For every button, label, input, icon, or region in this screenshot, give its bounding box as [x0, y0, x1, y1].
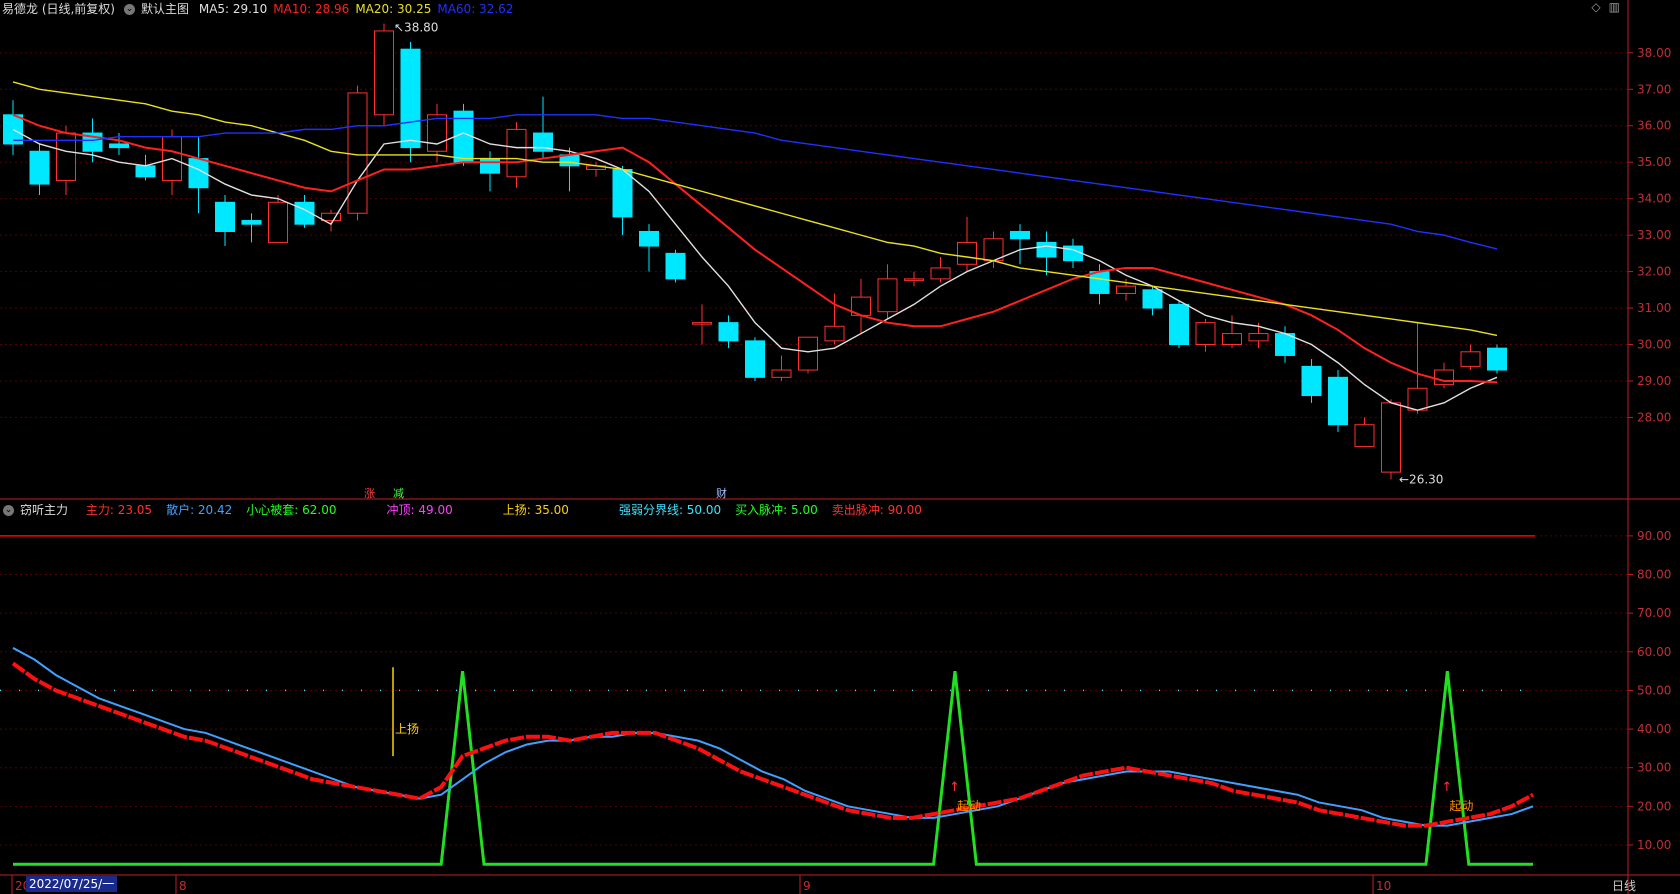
- date-tick-label: 9: [803, 879, 811, 893]
- candle-up: [1354, 424, 1375, 448]
- candle-down: [639, 230, 659, 247]
- candle-down: [745, 340, 765, 378]
- date-tick-label: 8: [179, 879, 187, 893]
- price-tick-label: 32.00: [1637, 265, 1671, 279]
- candle-down: [665, 252, 686, 280]
- price-tick-label: 34.00: [1637, 192, 1671, 206]
- price-tick-label: 38.00: [1637, 46, 1671, 60]
- indicator-tick-label: 30.00: [1637, 761, 1671, 775]
- indicator-tick-label: 80.00: [1637, 568, 1671, 582]
- cursor-date-label: 2022/07/25/一: [26, 876, 118, 892]
- candle-down: [241, 220, 262, 225]
- candle-up: [798, 336, 818, 371]
- chart-canvas[interactable]: 28.00 29.00 30.00 31.00 32.00 33.00 34.00 35.00…: [0, 0, 1680, 894]
- candle-up: [904, 278, 924, 281]
- qidong-label: 起动: [1449, 799, 1473, 813]
- candle-up: [1248, 333, 1269, 342]
- candle-down: [480, 158, 500, 174]
- price-tick-label: 36.00: [1637, 119, 1671, 133]
- candle-down: [718, 322, 739, 342]
- event-marker: 涨: [364, 487, 375, 500]
- candle-up: [692, 322, 712, 325]
- candle-up: [427, 114, 447, 152]
- candle-down: [1089, 271, 1110, 294]
- indicator-tick-label: 10.00: [1637, 838, 1671, 852]
- price-tick-label: 33.00: [1637, 228, 1671, 242]
- price-tick-label: 35.00: [1637, 155, 1671, 169]
- candle-up: [824, 325, 845, 342]
- candle-up: [1116, 285, 1136, 294]
- candle-down: [400, 48, 421, 149]
- price-tick-label: 28.00: [1637, 410, 1671, 424]
- candle-up: [1460, 351, 1481, 367]
- candle-down: [1142, 289, 1163, 309]
- candle-down: [1010, 230, 1030, 240]
- candle-down: [1301, 365, 1322, 397]
- qidong-arrow: ↑: [949, 780, 960, 795]
- candle-up: [877, 278, 898, 313]
- candle-up: [347, 92, 368, 214]
- candle-down: [1487, 347, 1507, 371]
- candle-down: [1328, 376, 1348, 426]
- shangyang-label: 上扬: [395, 721, 419, 736]
- candle-up: [506, 128, 527, 178]
- candle-up: [930, 267, 951, 280]
- date-tick-label: 10: [1376, 879, 1391, 893]
- price-tick-label: 30.00: [1637, 338, 1671, 352]
- period-label[interactable]: 日线: [1612, 877, 1636, 894]
- low-price-label: ←26.30: [1399, 472, 1443, 486]
- indicator-tick-label: 70.00: [1637, 606, 1671, 620]
- candle-up: [374, 30, 394, 116]
- candle-down: [29, 150, 50, 185]
- candle-up: [1381, 402, 1401, 473]
- qidong-arrow: ↑: [1441, 780, 1452, 795]
- candle-up: [268, 201, 288, 243]
- event-marker: 减: [393, 487, 404, 500]
- indicator-tick-label: 90.00: [1637, 529, 1671, 543]
- candle-up: [1434, 369, 1454, 386]
- high-price-label: ↖38.80: [394, 21, 438, 35]
- main-force-line: [11, 661, 1534, 828]
- candle-down: [1036, 241, 1057, 258]
- candle-up: [1407, 387, 1428, 411]
- price-tick-label: 29.00: [1637, 374, 1671, 388]
- indicator-tick-label: 50.00: [1637, 683, 1671, 697]
- candle-down: [612, 168, 633, 218]
- candle-down: [109, 143, 129, 149]
- retail-line: [12, 647, 1534, 827]
- indicator-tick-label: 20.00: [1637, 799, 1671, 813]
- candle-up: [957, 241, 977, 265]
- candle-down: [135, 165, 156, 178]
- price-tick-label: 37.00: [1637, 82, 1671, 96]
- indicator-tick-label: 40.00: [1637, 722, 1671, 736]
- qidong-label: 起动: [957, 799, 981, 813]
- ma-line-ma60: [13, 114, 1498, 250]
- candle-down: [215, 201, 235, 232]
- event-marker: 财: [716, 486, 727, 500]
- candle-down: [1169, 303, 1189, 346]
- price-tick-label: 31.00: [1637, 301, 1671, 315]
- indicator-tick-label: 60.00: [1637, 645, 1671, 659]
- candle-up: [771, 369, 792, 378]
- candle-up: [1222, 333, 1242, 346]
- candle-up: [1195, 322, 1216, 346]
